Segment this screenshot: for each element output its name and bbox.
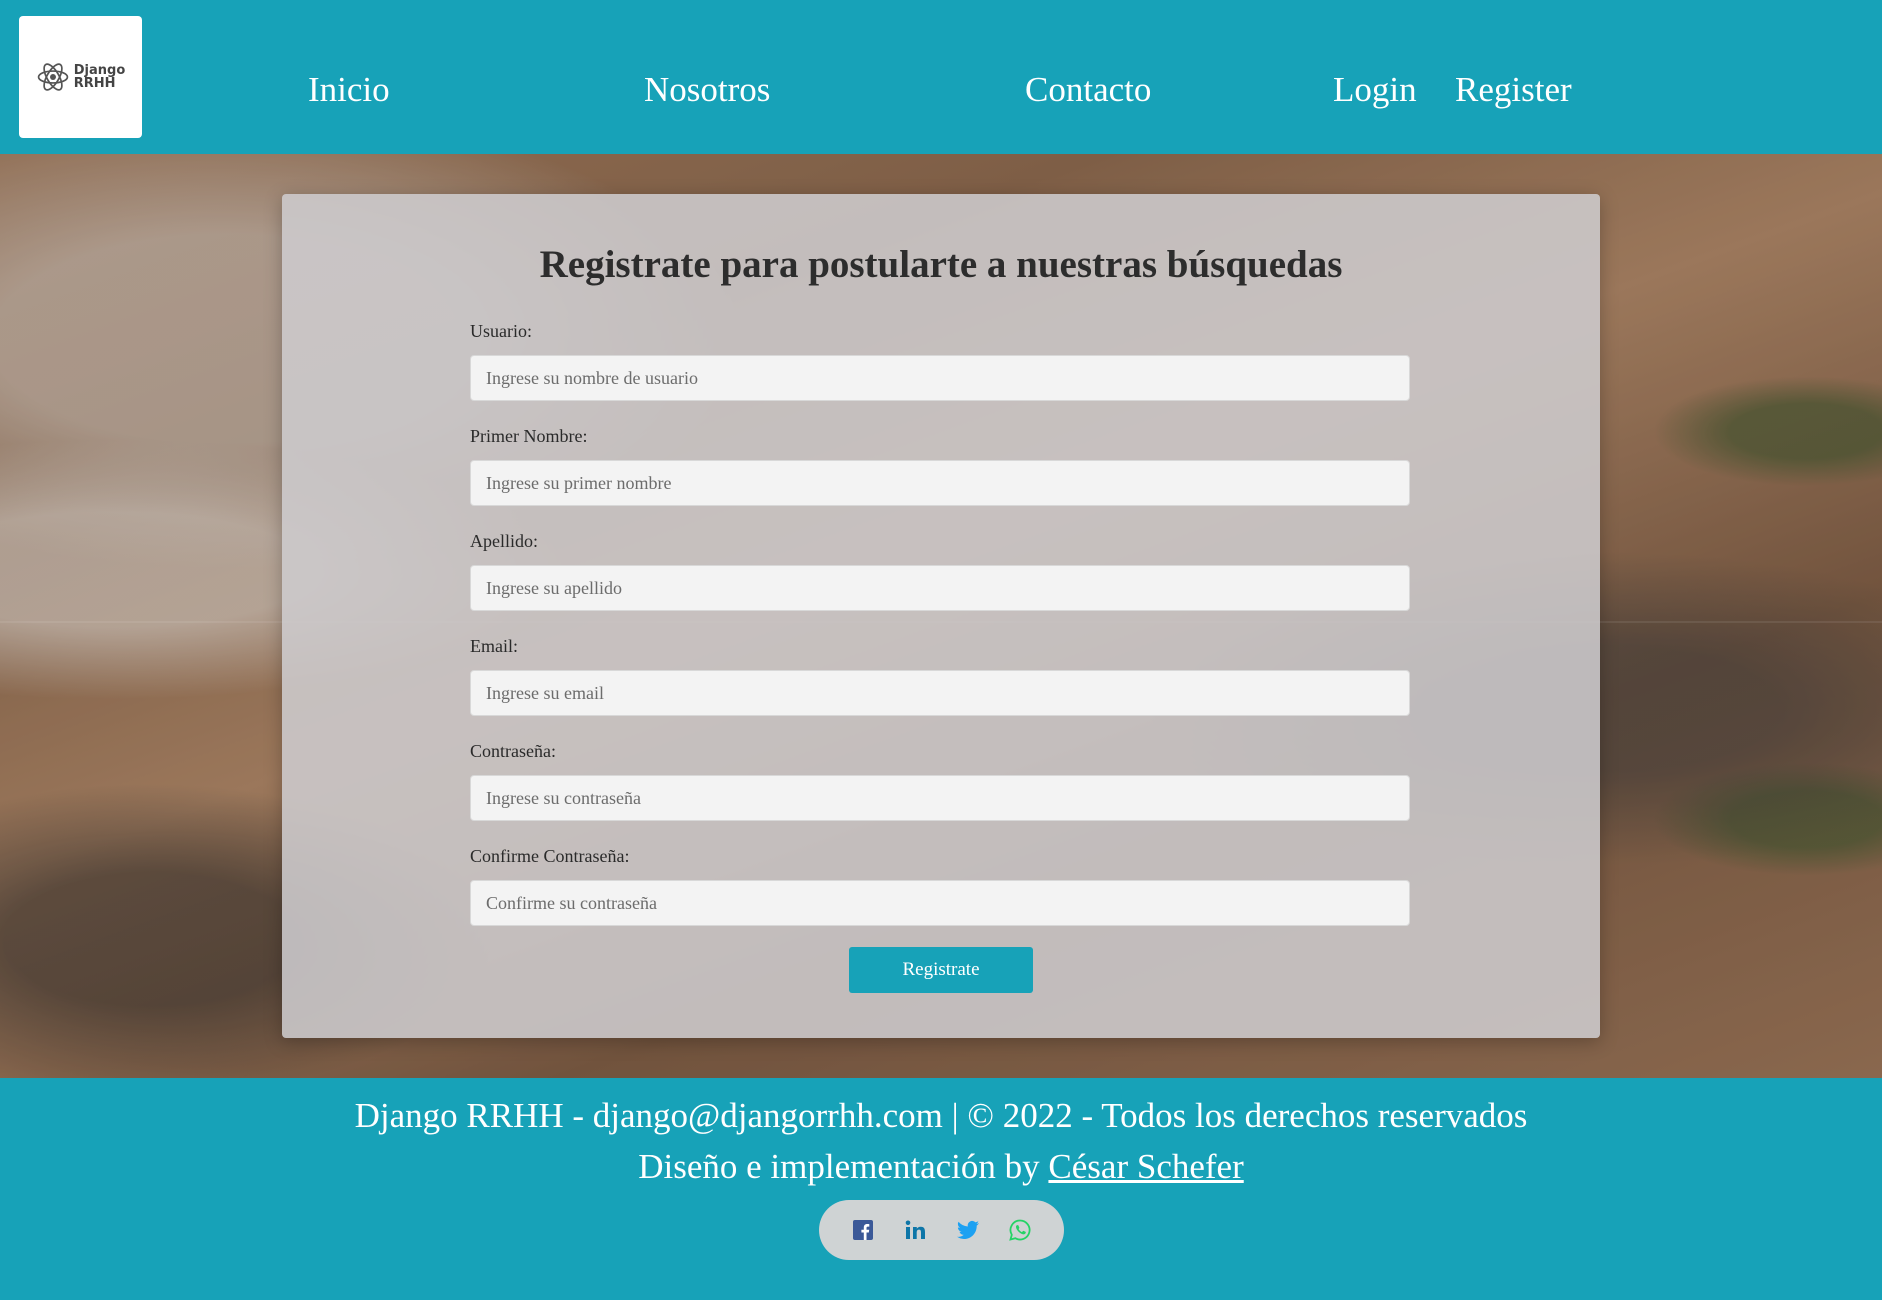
social-links — [819, 1200, 1064, 1260]
logo[interactable]: Django RRHH — [19, 16, 142, 138]
register-button[interactable]: Registrate — [849, 947, 1033, 993]
first-name-label: Primer Nombre: — [470, 426, 588, 446]
password-confirm-input[interactable] — [470, 880, 1410, 926]
author-link[interactable]: César Schefer — [1048, 1147, 1243, 1186]
last-name-label: Apellido: — [470, 531, 538, 551]
last-name-input[interactable] — [470, 565, 1410, 611]
site-header: Django RRHH Inicio Nosotros Contacto Log… — [0, 0, 1882, 154]
email-input[interactable] — [470, 670, 1410, 716]
facebook-icon[interactable] — [850, 1217, 876, 1243]
nav-link-login[interactable]: Login — [1333, 72, 1417, 107]
password-confirm-label: Confirme Contraseña: — [470, 846, 630, 866]
hero-background: Registrate para postularte a nuestras bú… — [0, 154, 1882, 1078]
register-card: Registrate para postularte a nuestras bú… — [282, 194, 1600, 1038]
twitter-icon[interactable] — [955, 1217, 981, 1243]
atom-icon — [37, 63, 69, 91]
footer-copyright: Django RRHH - django@djangorrhh.com | © … — [354, 1096, 1528, 1135]
password-input[interactable] — [470, 775, 1410, 821]
credits-prefix: Diseño e implementación by — [638, 1147, 1049, 1186]
site-footer: Django RRHH - django@djangorrhh.com | © … — [0, 1078, 1882, 1300]
nav-link-home[interactable]: Inicio — [308, 72, 390, 107]
email-label: Email: — [470, 636, 518, 656]
page-title: Registrate para postularte a nuestras bú… — [539, 243, 1343, 286]
first-name-input[interactable] — [470, 460, 1410, 506]
nav-link-register[interactable]: Register — [1455, 72, 1572, 107]
username-input[interactable] — [470, 355, 1410, 401]
whatsapp-icon[interactable] — [1007, 1217, 1033, 1243]
nav-link-about[interactable]: Nosotros — [644, 72, 770, 107]
username-label: Usuario: — [470, 321, 532, 341]
nav-link-contact[interactable]: Contacto — [1025, 72, 1151, 107]
linkedin-icon[interactable] — [902, 1217, 928, 1243]
password-label: Contraseña: — [470, 741, 556, 761]
logo-text: Django RRHH — [73, 63, 126, 91]
footer-credits: Diseño e implementación by César Schefer — [0, 1147, 1882, 1187]
